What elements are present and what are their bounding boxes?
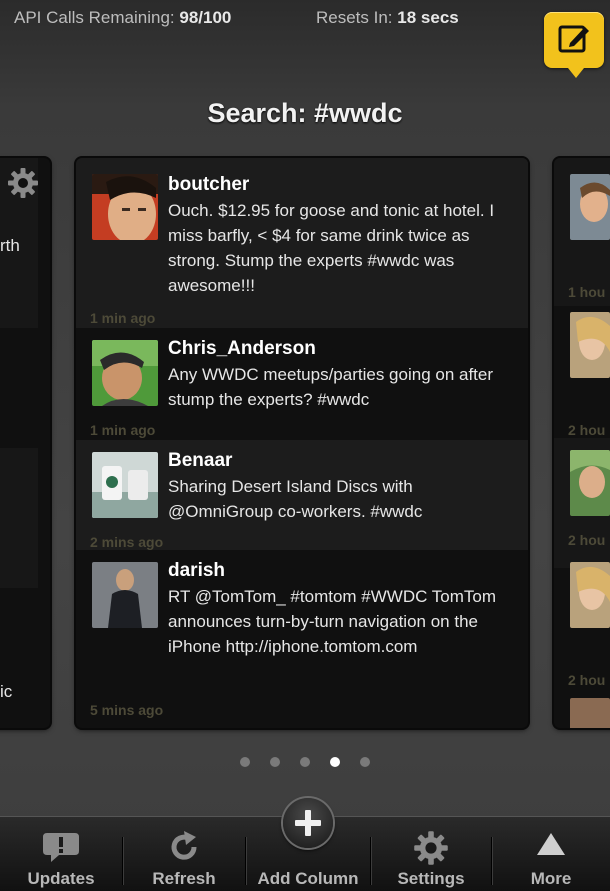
tweet-text: RT @TomTom_ #tomtom #WWDC TomTom announc… [168, 587, 497, 656]
left-column-gear-icon[interactable] [6, 166, 40, 200]
avatar[interactable] [570, 450, 610, 516]
right-column-timestamp: 2 hou [568, 532, 606, 548]
tab-label: Updates [27, 869, 95, 888]
avatar[interactable] [570, 174, 610, 240]
left-column-panel[interactable]: rth ic [0, 158, 50, 728]
tab-label: More [530, 869, 572, 888]
page-dot[interactable] [270, 757, 280, 767]
tweet-timestamp: 2 mins ago [90, 534, 164, 550]
tweet-item[interactable]: Chris_Anderson Any WWDC meetups/parties … [76, 328, 528, 440]
tweet-item[interactable]: darish RT @TomTom_ #tomtom #WWDC TomTom … [76, 550, 528, 728]
avatar[interactable] [92, 340, 158, 406]
compose-icon [558, 25, 589, 53]
compose-button[interactable] [544, 12, 604, 78]
tweet-timestamp: 1 min ago [90, 310, 156, 326]
tweet-username[interactable]: Benaar [168, 450, 232, 472]
avatar[interactable] [570, 562, 610, 628]
avatar[interactable] [92, 562, 158, 628]
tweet-item[interactable]: boutcher Ouch. $12.95 for goose and toni… [76, 158, 528, 328]
left-column-fragment: ic [0, 682, 13, 701]
right-column-timestamp: 2 hou [568, 672, 606, 688]
avatar[interactable] [92, 452, 158, 518]
right-column-timestamp: 2 hou [568, 422, 606, 438]
right-column-panel[interactable]: 1 hou 2 hou 2 hou 2 hou [554, 158, 610, 728]
tab-refresh[interactable]: Refresh [123, 817, 245, 891]
page-indicator[interactable] [0, 754, 610, 772]
search-column-panel[interactable]: boutcher Ouch. $12.95 for goose and toni… [76, 158, 528, 728]
reset-label: Resets In: [316, 8, 393, 27]
avatar[interactable] [570, 312, 610, 378]
refresh-icon [171, 831, 197, 860]
column-title: Search: #wwdc [207, 98, 403, 128]
reset-value: 18 secs [397, 8, 459, 27]
speech-bubble-icon [43, 833, 79, 862]
api-calls-status: API Calls Remaining: 98/100 [14, 8, 231, 28]
tweet-text: Ouch. $12.95 for goose and tonic at hote… [168, 201, 495, 295]
left-column-fragment: rth [0, 236, 20, 255]
add-column-button[interactable] [283, 798, 333, 848]
tab-label: Add Column [257, 869, 359, 888]
reset-status: Resets In: 18 secs [316, 8, 459, 28]
avatar[interactable] [570, 698, 610, 728]
triangle-up-icon [537, 833, 565, 855]
tab-label: Refresh [152, 869, 216, 888]
tab-label: Settings [397, 869, 465, 888]
page-dot-active[interactable] [330, 757, 340, 767]
plus-icon [295, 810, 321, 836]
page-dot[interactable] [360, 757, 370, 767]
page-dot[interactable] [240, 757, 250, 767]
tweet-username[interactable]: Chris_Anderson [168, 338, 316, 360]
tab-more[interactable]: More [492, 817, 610, 891]
tab-settings[interactable]: Settings [371, 817, 491, 891]
tweet-timestamp: 1 min ago [90, 422, 156, 438]
tweet-text: Any WWDC meetups/parties going on after … [168, 365, 494, 409]
tab-updates[interactable]: Updates [0, 817, 122, 891]
tweet-item[interactable]: Benaar Sharing Desert Island Discs with … [76, 440, 528, 550]
right-column-timestamp: 1 hou [568, 284, 606, 300]
tweet-timestamp: 5 mins ago [90, 702, 164, 718]
tweet-text: Sharing Desert Island Discs with @OmniGr… [168, 477, 423, 521]
gear-icon [414, 831, 448, 865]
api-calls-value: 98/100 [179, 8, 232, 27]
avatar[interactable] [92, 174, 158, 240]
page-dot[interactable] [300, 757, 310, 767]
tweet-username[interactable]: boutcher [168, 174, 249, 196]
tweet-username[interactable]: darish [168, 560, 225, 582]
status-bar: API Calls Remaining: 98/100 Resets In: 1… [0, 0, 610, 40]
api-calls-label: API Calls Remaining: [14, 8, 175, 27]
